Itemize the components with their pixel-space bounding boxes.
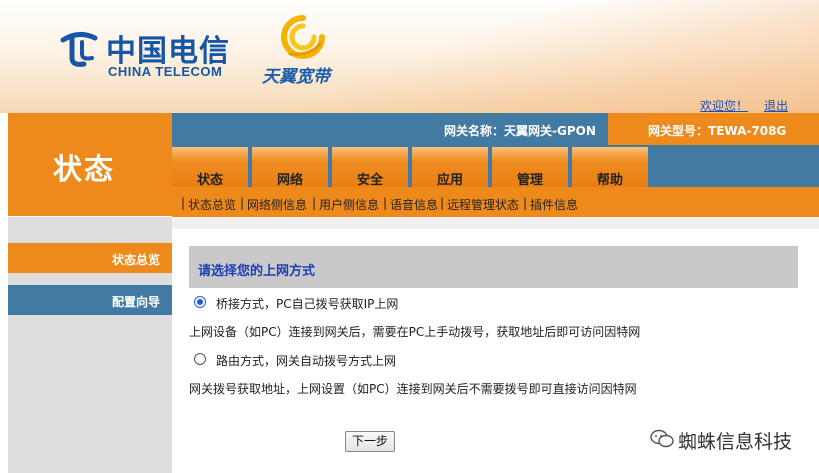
- watermark-text: 蜘蛛信息科技: [678, 431, 793, 453]
- subnav-item-voice[interactable]: 语音信息: [390, 196, 438, 213]
- tab-label: 帮助: [596, 173, 623, 188]
- watermark: 蜘蛛信息科技: [650, 425, 810, 453]
- subnav-separator: |: [523, 196, 528, 210]
- sidebar-item-label: 配置向导: [111, 295, 160, 309]
- gateway-name: 网关名称：天翼网关-GPON: [444, 122, 596, 139]
- sidebar-item-config-wizard[interactable]: 配置向导: [8, 285, 172, 315]
- tab-label: 管理: [516, 173, 543, 188]
- tianyi-broadband-logo: 天翼宽带: [262, 14, 348, 87]
- gateway-model-label: 网关型号：: [648, 124, 709, 138]
- welcome-link[interactable]: 欢迎您！: [700, 97, 748, 113]
- bridge-mode-description: 上网设备（如PC）连接到网关后，需要在PC上手动拨号，获取地址后即可访问因特网: [189, 325, 641, 339]
- subnav-separator: |: [312, 196, 317, 210]
- bridge-mode-label: 桥接方式，PC自己拨号获取IP上网: [216, 297, 399, 311]
- route-mode-description: 网关拨号获取地址，上网设置（如PC）连接到网关后不需要拨号即可直接访问因特网: [189, 382, 637, 396]
- tab-label: 网络: [276, 173, 303, 188]
- tianyi-logo-text: 天翼宽带: [262, 67, 330, 87]
- tab-network[interactable]: 网络: [252, 147, 330, 188]
- gateway-model-value: TEWA-708G: [708, 124, 787, 138]
- subnav-separator: |: [181, 196, 186, 210]
- tab-help[interactable]: 帮助: [572, 147, 650, 188]
- tab-label: 应用: [436, 173, 463, 188]
- content-heading: 请选择您的上网方式: [198, 264, 316, 279]
- gateway-model-box: 网关型号：TEWA-708G: [608, 113, 819, 145]
- subnav-separator: |: [440, 196, 445, 210]
- subnav-item-remote-mgmt[interactable]: 远程管理状态: [447, 196, 519, 213]
- china-telecom-emblem-icon: [60, 32, 98, 67]
- gateway-name-value: 天翼网关-GPON: [504, 124, 596, 138]
- route-mode-radio[interactable]: [194, 353, 206, 365]
- main-tabs: 状态 网络 安全 应用 管理 帮助: [172, 145, 819, 188]
- sidebar-item-label: 状态总览: [111, 253, 160, 267]
- section-title: 状态: [53, 152, 116, 186]
- tab-security[interactable]: 安全: [332, 147, 410, 188]
- tab-label: 安全: [356, 173, 383, 188]
- header-banner: 中国电信 CHINA TELECOM 天翼宽带 欢迎您！ 退出: [0, 0, 819, 113]
- subnav-item-user-side[interactable]: 用户侧信息: [319, 196, 379, 213]
- gateway-name-label: 网关名称：: [444, 124, 505, 138]
- content-top-strip: [172, 217, 819, 229]
- sub-navigation: | 状态总览 | 网络侧信息 | 用户侧信息 | 语音信息 | 远程管理状态 |…: [172, 187, 819, 217]
- next-step-button[interactable]: 下一步: [345, 431, 395, 452]
- logo-english-text: CHINA TELECOM: [108, 64, 223, 79]
- wechat-icon: [650, 429, 674, 448]
- china-telecom-logo: 中国电信 CHINA TELECOM: [60, 22, 230, 82]
- logout-link[interactable]: 退出: [764, 97, 788, 113]
- tab-management[interactable]: 管理: [492, 147, 570, 188]
- tab-label: 状态: [196, 173, 223, 188]
- gateway-model: 网关型号：TEWA-708G: [648, 122, 786, 139]
- route-mode-label: 路由方式，网关自动拨号方式上网: [216, 354, 397, 368]
- tianyi-swirl-icon: [281, 15, 325, 59]
- sidebar: 状态总览 配置向导: [8, 217, 172, 473]
- section-title-box: 状态: [8, 113, 172, 216]
- subnav-separator: |: [240, 196, 245, 210]
- subnav-separator: |: [383, 196, 388, 210]
- subnav-item-overview[interactable]: 状态总览: [188, 196, 236, 213]
- subnav-item-plugins[interactable]: 插件信息: [530, 196, 578, 213]
- sidebar-item-overview[interactable]: 状态总览: [8, 243, 172, 273]
- content-heading-bar: 请选择您的上网方式: [189, 246, 798, 288]
- gateway-info-bar: 网关名称：天翼网关-GPON 网关型号：TEWA-708G: [172, 113, 819, 145]
- subnav-item-network-side[interactable]: 网络侧信息: [247, 196, 307, 213]
- tab-application[interactable]: 应用: [412, 147, 490, 188]
- bridge-mode-radio[interactable]: [194, 296, 206, 308]
- tab-status[interactable]: 状态: [172, 147, 250, 188]
